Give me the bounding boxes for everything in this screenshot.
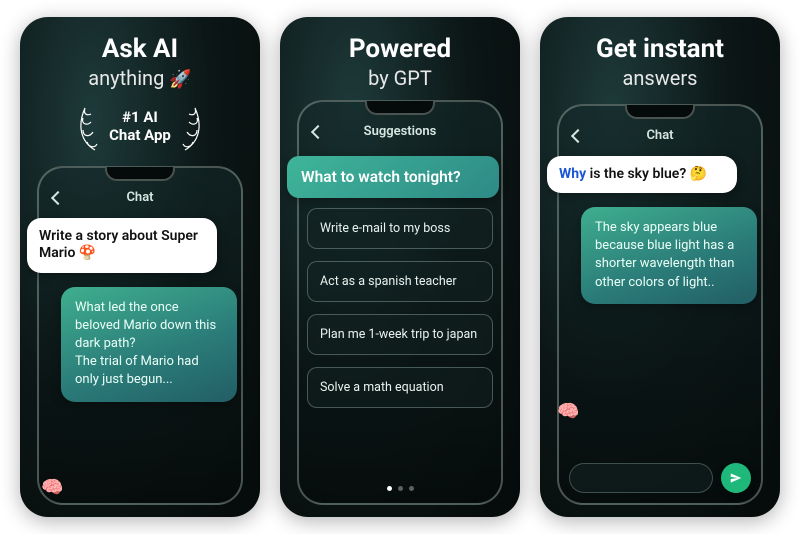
ai-message-bubble: The sky appears blue because blue light …	[581, 207, 757, 304]
suggestion-option-2[interactable]: Act as a spanish teacher	[307, 261, 493, 302]
suggestion-option-3[interactable]: Plan me 1-week trip to japan	[307, 314, 493, 355]
back-button[interactable]	[311, 125, 325, 139]
laurel-right-icon	[177, 102, 207, 152]
phone-mockup-2: Suggestions What to watch tonight? Write…	[297, 100, 503, 505]
laurel-left-icon	[73, 102, 103, 152]
subline-1: anything 🚀	[88, 66, 191, 90]
page-dot-1[interactable]	[387, 486, 392, 491]
phone-notch	[365, 101, 435, 115]
badge-text: #1 AI Chat App	[109, 109, 171, 144]
promo-panel-3: Get instant answers Chat Why is the sky …	[540, 17, 780, 517]
subline-3: answers	[623, 66, 698, 90]
phone-notch	[105, 167, 175, 181]
mushroom-emoji: 🍄	[79, 245, 96, 261]
subline-2: by GPT	[368, 66, 432, 90]
phone-title: Chat	[646, 128, 673, 143]
send-button[interactable]	[721, 463, 751, 493]
brain-icon: 🧠	[557, 401, 579, 423]
back-button[interactable]	[51, 191, 65, 205]
phone-title: Suggestions	[364, 124, 437, 139]
award-badge: #1 AI Chat App	[73, 102, 207, 152]
back-button[interactable]	[571, 129, 585, 143]
suggestion-option-1[interactable]: Write e-mail to my boss	[307, 208, 493, 249]
chat-input-row	[567, 459, 753, 495]
user-message-bubble: Write a story about Super Mario 🍄	[27, 218, 217, 273]
thinking-emoji: 🤔	[690, 166, 707, 182]
headline-3: Get instant	[596, 35, 724, 64]
page-dot-2[interactable]	[398, 486, 403, 491]
phone-notch	[625, 105, 695, 119]
phone-header-2: Suggestions	[307, 120, 493, 144]
chat-input[interactable]	[569, 463, 713, 493]
promo-panel-2: Powered by GPT Suggestions What to watch…	[280, 17, 520, 517]
headline-1: Ask AI	[102, 35, 178, 64]
rocket-icon: 🚀	[169, 69, 191, 90]
promo-panel-1: Ask AI anything 🚀 #1 AI Chat App Chat Wr…	[20, 17, 260, 517]
page-dot-3[interactable]	[409, 486, 414, 491]
ai-message-bubble: What led the once beloved Mario down thi…	[61, 287, 237, 402]
user-message-bubble: Why is the sky blue? 🤔	[547, 156, 737, 194]
phone-header-3: Chat	[567, 124, 753, 148]
headline-2: Powered	[349, 35, 451, 64]
suggestion-primary[interactable]: What to watch tonight?	[287, 156, 499, 198]
brain-icon: 🧠	[41, 477, 63, 499]
phone-mockup-3: Chat Why is the sky blue? 🤔 The sky appe…	[557, 104, 763, 505]
send-icon	[729, 471, 743, 485]
phone-header-1: Chat	[47, 186, 233, 210]
phone-title: Chat	[126, 190, 153, 205]
phone-mockup-1: Chat Write a story about Super Mario 🍄 W…	[37, 166, 243, 505]
page-indicator	[307, 486, 493, 491]
suggestion-option-4[interactable]: Solve a math equation	[307, 367, 493, 408]
